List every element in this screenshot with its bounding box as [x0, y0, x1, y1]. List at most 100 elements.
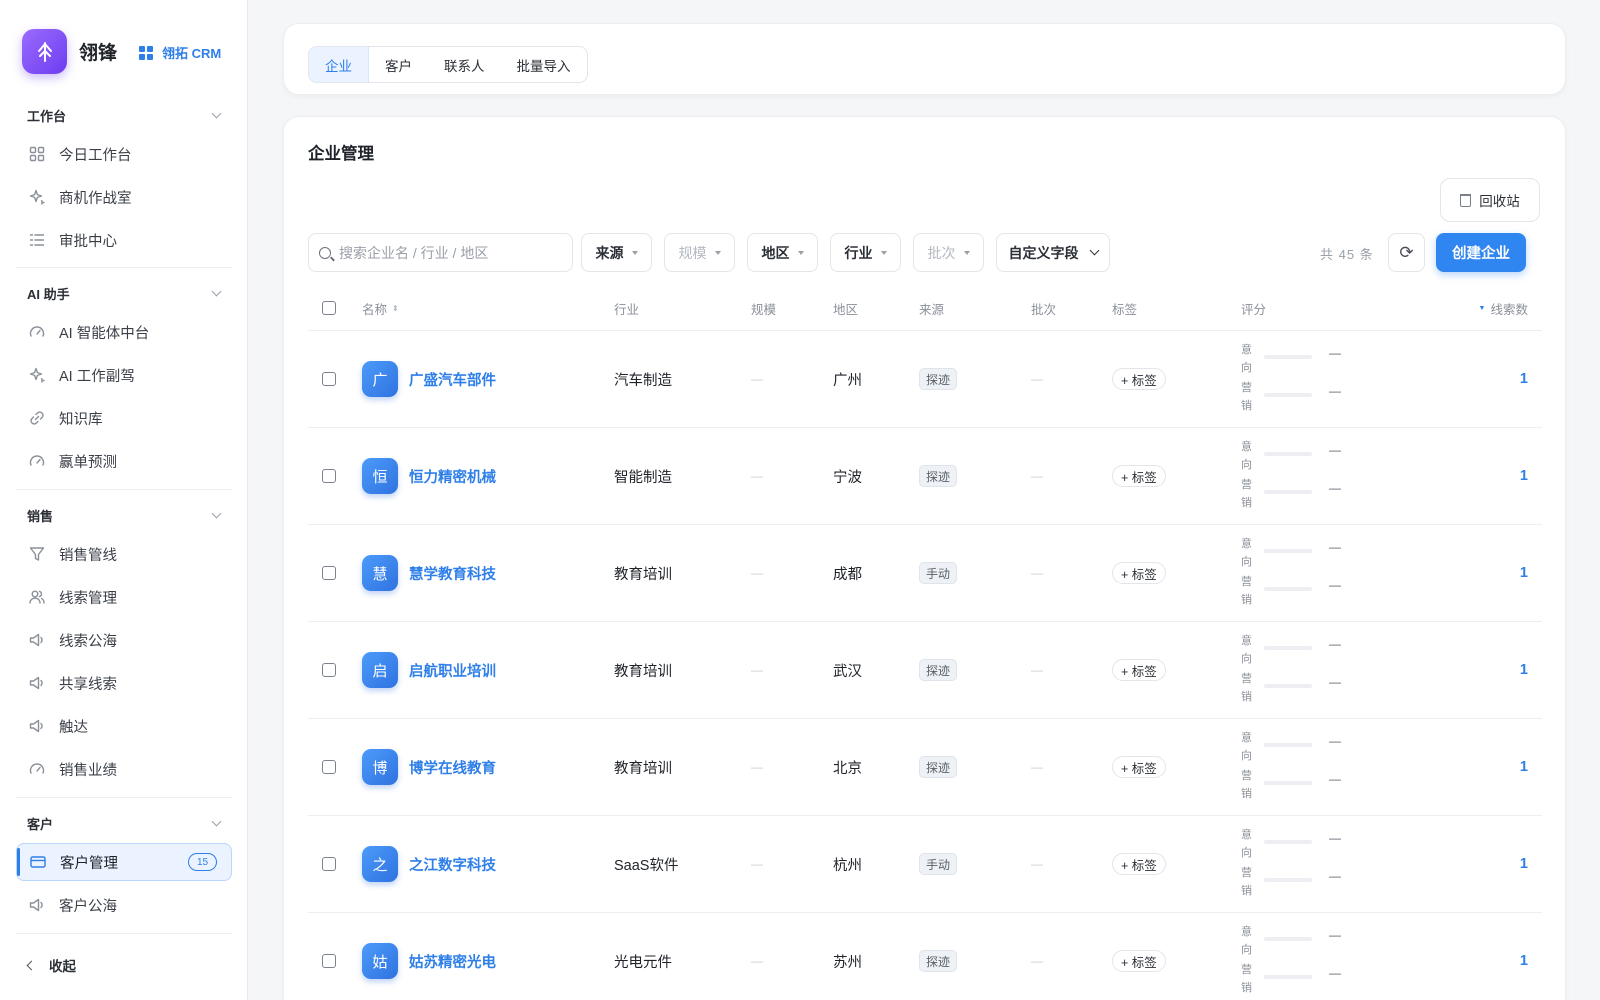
refresh-button[interactable]: ⟳ — [1388, 233, 1425, 272]
logo-icon[interactable] — [22, 29, 67, 74]
tab-contact[interactable]: 联系人 — [428, 47, 501, 82]
name-cell: 博 博学在线教育 — [362, 719, 496, 815]
company-name-link[interactable]: 之江数字科技 — [409, 854, 496, 875]
sidebar-item[interactable]: 线索管理 — [16, 578, 232, 616]
add-tag-button[interactable]: + 标签 — [1112, 465, 1166, 487]
sidebar-item-label: AI 工作副驾 — [59, 368, 135, 385]
custom-fields-dropdown[interactable]: 自定义字段 — [996, 233, 1110, 272]
add-tag-button[interactable]: + 标签 — [1112, 853, 1166, 875]
score-value: — — [1329, 772, 1341, 786]
filter-source[interactable]: 来源 — [581, 233, 652, 272]
sidebar-item[interactable]: 审批中心 — [16, 221, 232, 259]
row-checkbox[interactable] — [322, 469, 336, 483]
filter-scale[interactable]: 规模 — [664, 233, 735, 272]
company-name-link[interactable]: 博学在线教育 — [409, 757, 496, 778]
leads-count-link[interactable]: 1 — [1520, 428, 1528, 524]
intent-score: 意向 — — [1241, 923, 1351, 961]
add-tag-button[interactable]: + 标签 — [1112, 950, 1166, 972]
tab-customer[interactable]: 客户 — [369, 47, 428, 82]
table-row[interactable]: 博 博学在线教育 教育培训 — 北京 探迹 — + 标签 意向 — 营销 — 1 — [308, 719, 1542, 816]
nav-group-header[interactable]: 客户 — [16, 808, 232, 838]
divider — [16, 489, 232, 490]
marketing-score: 营销 — — [1241, 864, 1351, 902]
sidebar: 翎锋 翎拓 CRM 工作台 今日工作台 商机作战室 审批中心 AI 助手 AI 智能体中台… — [0, 0, 248, 1000]
add-tag-button[interactable]: + 标签 — [1112, 368, 1166, 390]
tab-enterprise[interactable]: 企业 — [309, 47, 369, 82]
company-name-link[interactable]: 慧学教育科技 — [409, 563, 496, 584]
col-name[interactable]: 名称 ⬍ — [362, 285, 399, 331]
sidebar-item[interactable]: 今日工作台 — [16, 135, 232, 173]
row-checkbox[interactable] — [322, 954, 336, 968]
score-value: — — [1329, 481, 1341, 495]
company-name-link[interactable]: 恒力精密机械 — [409, 466, 496, 487]
sidebar-item[interactable]: 销售业绩 — [16, 750, 232, 788]
collapse-button[interactable]: 收起 — [26, 955, 76, 975]
table-row[interactable]: 慧 慧学教育科技 教育培训 — 成都 手动 — + 标签 意向 — 营销 — 1 — [308, 525, 1542, 622]
leads-count-link[interactable]: 1 — [1520, 719, 1528, 815]
gauge-icon — [29, 324, 45, 340]
table-row[interactable]: 广 广盛汽车部件 汽车制造 — 广州 探迹 — + 标签 意向 — 营销 — 1 — [308, 331, 1542, 428]
sidebar-item[interactable]: AI 工作副驾 — [16, 356, 232, 394]
filter-region[interactable]: 地区 — [747, 233, 818, 272]
company-name-link[interactable]: 广盛汽车部件 — [409, 369, 496, 390]
col-leads[interactable]: ▼ 线索数 — [1479, 285, 1528, 331]
sidebar-item[interactable]: 共享线索 — [16, 664, 232, 702]
table-row[interactable]: 恒 恒力精密机械 智能制造 — 宁波 探迹 — + 标签 意向 — 营销 — 1 — [308, 428, 1542, 525]
row-checkbox[interactable] — [322, 760, 336, 774]
sidebar-item[interactable]: 赢单预测 — [16, 442, 232, 480]
nav-group-header[interactable]: 工作台 — [16, 100, 232, 130]
sidebar-item[interactable]: 销售管线 — [16, 535, 232, 573]
score-value: — — [1329, 869, 1341, 883]
company-avatar: 姑 — [362, 943, 398, 979]
row-checkbox[interactable] — [322, 663, 336, 677]
sidebar-item[interactable]: 线索公海 — [16, 621, 232, 659]
apps-icon — [139, 45, 153, 60]
source-cell: 手动 — [919, 816, 958, 912]
enterprise-table: 名称 ⬍ 行业 规模 地区 来源 批次 标签 评分 ▼ 线索数 广 广盛汽车部件 汽… — [308, 285, 1542, 1000]
create-enterprise-button[interactable]: 创建企业 — [1436, 233, 1526, 272]
leads-count-link[interactable]: 1 — [1520, 331, 1528, 427]
leads-count-link[interactable]: 1 — [1520, 622, 1528, 718]
nav-group-header[interactable]: AI 助手 — [16, 278, 232, 308]
tags-cell: + 标签 — [1112, 622, 1166, 718]
table-row[interactable]: 启 启航职业培训 教育培训 — 武汉 探迹 — + 标签 意向 — 营销 — 1 — [308, 622, 1542, 719]
tab-batch-import[interactable]: 批量导入 — [501, 47, 587, 82]
nav-group-header[interactable]: 销售 — [16, 500, 232, 530]
company-name-link[interactable]: 启航职业培训 — [409, 660, 496, 681]
add-tag-button[interactable]: + 标签 — [1112, 562, 1166, 584]
company-avatar: 广 — [362, 361, 398, 397]
recycle-bin-button[interactable]: 回收站 — [1440, 178, 1540, 222]
sidebar-item[interactable]: 触达 — [16, 707, 232, 745]
select-all-checkbox[interactable] — [322, 301, 336, 315]
add-tag-button[interactable]: + 标签 — [1112, 659, 1166, 681]
sidebar-item[interactable]: 知识库 — [16, 399, 232, 437]
sidebar-item[interactable]: 客户管理 15 — [16, 843, 232, 881]
source-tag: 探迹 — [919, 368, 958, 390]
leads-count-link[interactable]: 1 — [1520, 913, 1528, 1000]
table-row[interactable]: 之 之江数字科技 SaaS软件 — 杭州 手动 — + 标签 意向 — 营销 —… — [308, 816, 1542, 913]
chevron-down-icon — [211, 508, 222, 518]
table-row[interactable]: 姑 姑苏精密光电 光电元件 — 苏州 探迹 — + 标签 意向 — 营销 — 1 — [308, 913, 1542, 1000]
row-checkbox[interactable] — [322, 566, 336, 580]
scale-cell: — — [751, 566, 763, 580]
row-checkbox[interactable] — [322, 857, 336, 871]
scale-cell: — — [751, 663, 763, 677]
sidebar-item[interactable]: AI 智能体中台 — [16, 313, 232, 351]
leads-count-link[interactable]: 1 — [1520, 525, 1528, 621]
sidebar-item[interactable]: 客户公海 — [16, 886, 232, 924]
company-name-link[interactable]: 姑苏精密光电 — [409, 951, 496, 972]
add-tag-button[interactable]: + 标签 — [1112, 756, 1166, 778]
leads-count-link[interactable]: 1 — [1520, 816, 1528, 912]
filter-batch[interactable]: 批次 — [913, 233, 984, 272]
search-box[interactable] — [308, 233, 573, 272]
chevron-down-icon — [211, 108, 222, 118]
filter-industry[interactable]: 行业 — [830, 233, 901, 272]
search-input[interactable] — [339, 244, 559, 261]
score-label: 意向 — [1241, 538, 1252, 568]
col-label: 线索数 — [1490, 302, 1528, 317]
tab-bar: 企业 客户 联系人 批量导入 — [308, 46, 588, 83]
row-checkbox[interactable] — [322, 372, 336, 386]
caret-down-icon — [631, 250, 638, 255]
brand-tag[interactable]: 翎拓 CRM — [139, 43, 221, 62]
sidebar-item[interactable]: 商机作战室 — [16, 178, 232, 216]
